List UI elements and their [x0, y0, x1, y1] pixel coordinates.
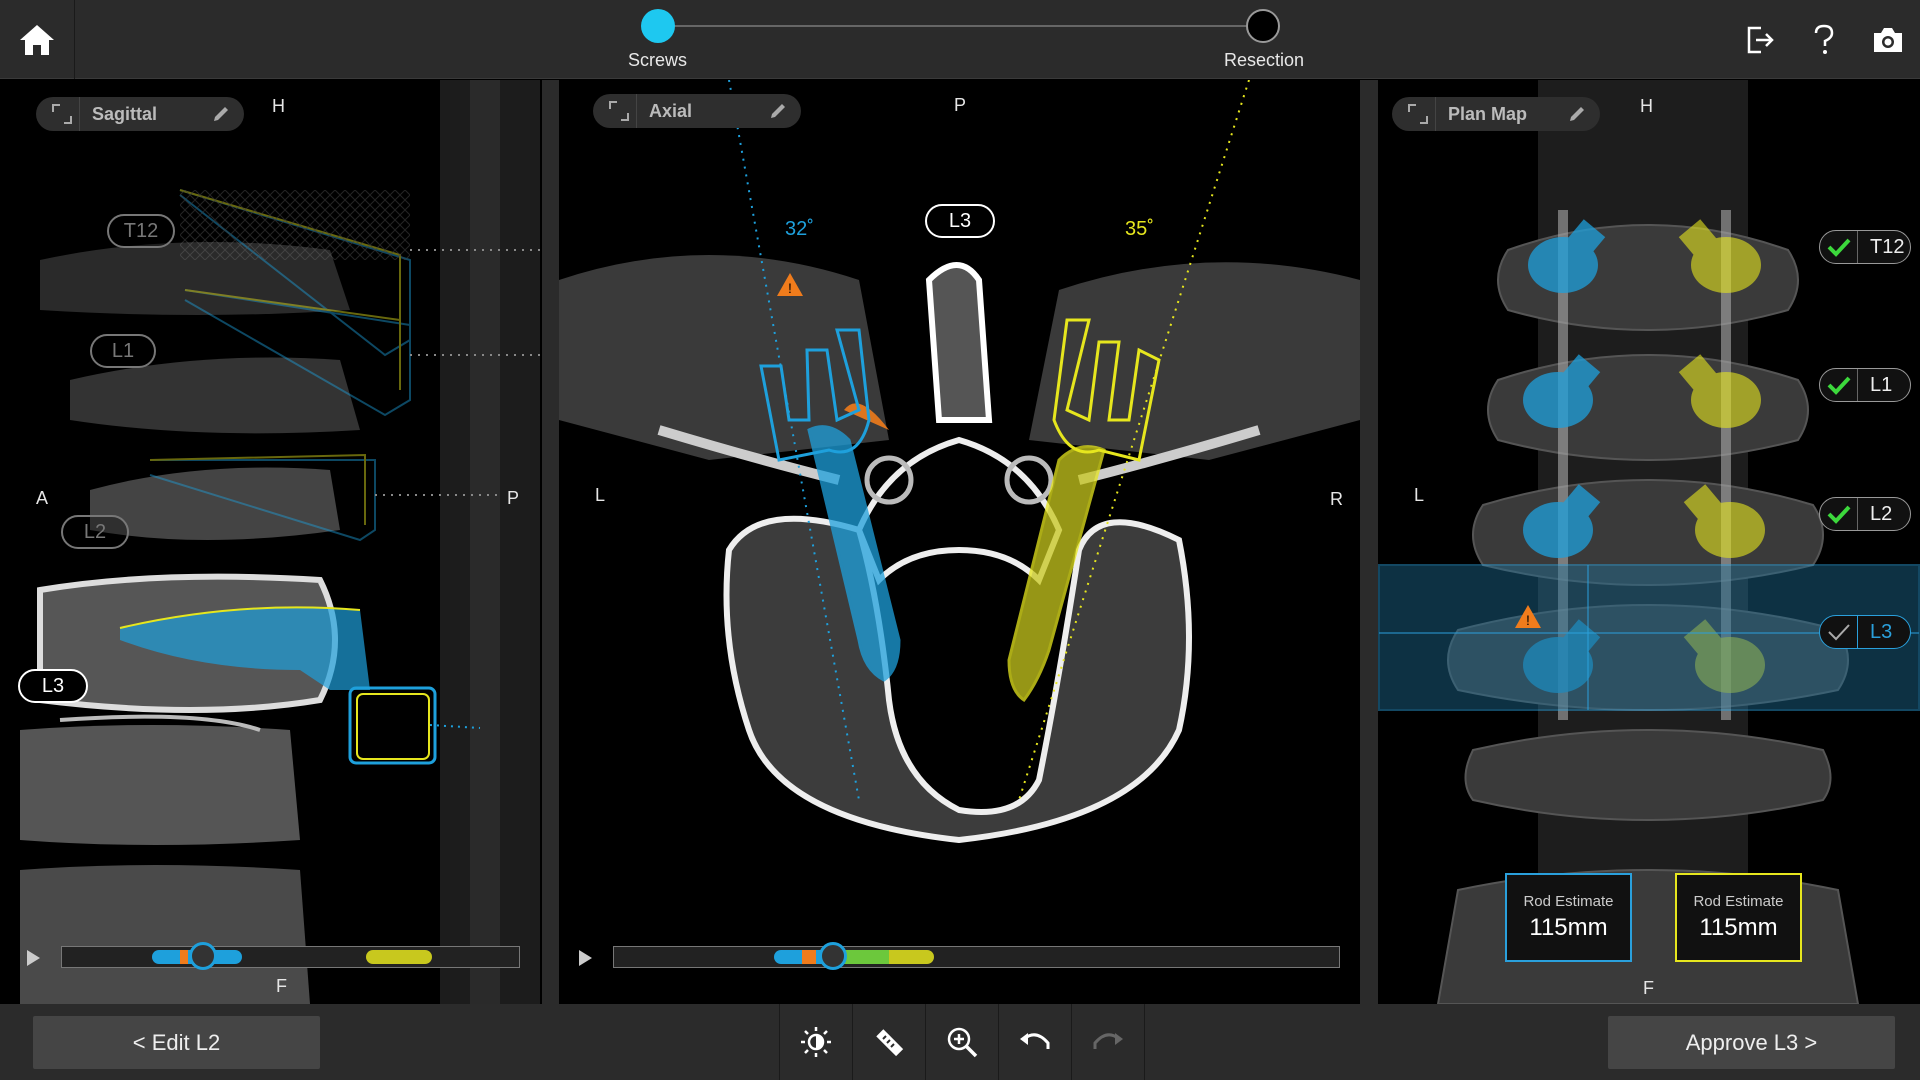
- level-tag-l2[interactable]: L2: [1819, 497, 1911, 531]
- panel-divider: [1360, 80, 1378, 1004]
- rod-estimate-left: Rod Estimate 115mm: [1505, 873, 1632, 962]
- bottom-bar: < Edit L2 Approve L3 >: [0, 1004, 1920, 1080]
- vertebra-label-t12[interactable]: T12: [107, 214, 175, 248]
- step-resection-dot[interactable]: [1246, 9, 1280, 43]
- orientation-anterior: A: [36, 488, 49, 508]
- rod-estimate-right: Rod Estimate 115mm: [1675, 873, 1802, 962]
- plan-map-view-title: Plan Map: [1448, 103, 1528, 124]
- zoom-button[interactable]: [926, 1004, 999, 1080]
- panel-divider: [542, 80, 559, 1004]
- vertebra-label-l3[interactable]: L3: [18, 669, 88, 703]
- orientation-left: L: [1414, 485, 1425, 505]
- approve-level-button[interactable]: Approve L3 >: [1608, 1016, 1895, 1069]
- edit-previous-level-button[interactable]: < Edit L2: [33, 1016, 320, 1069]
- rod-estimate-value: 115mm: [1699, 914, 1778, 941]
- svg-text:!: !: [1526, 612, 1530, 628]
- slice-scrubber[interactable]: [61, 942, 520, 970]
- brightness-button[interactable]: [780, 1004, 853, 1080]
- level-tag-l1[interactable]: L1: [1819, 368, 1911, 402]
- right-screw-angle: 35˚: [1125, 218, 1154, 240]
- plan-map-view[interactable]: ! Plan Map H L F T12 L1 L2 L3 Rod Estima…: [1378, 80, 1920, 1004]
- help-button[interactable]: [1792, 0, 1856, 79]
- step-screws-dot[interactable]: [641, 9, 675, 43]
- check-icon: [1820, 498, 1858, 530]
- orientation-right: R: [1330, 489, 1343, 509]
- rod-estimate-title: Rod Estimate: [1523, 893, 1614, 910]
- brightness-icon: [801, 1027, 831, 1057]
- top-bar: Screws Resection: [0, 0, 1920, 79]
- sagittal-view-header: Sagittal: [36, 97, 244, 131]
- slice-scrubber-handle[interactable]: [189, 942, 217, 970]
- orientation-left: L: [595, 485, 606, 505]
- camera-button[interactable]: [1856, 0, 1920, 79]
- vertebra-label-l1[interactable]: L1: [90, 334, 156, 368]
- step-screws-label[interactable]: Screws: [628, 50, 687, 71]
- measure-button[interactable]: [853, 1004, 926, 1080]
- workflow-progress-line: [658, 25, 1264, 27]
- slice-scrubber-handle[interactable]: [819, 942, 847, 970]
- play-button[interactable]: [27, 950, 40, 966]
- svg-text:!: !: [788, 280, 792, 296]
- exit-button[interactable]: [1728, 0, 1792, 79]
- check-icon: [1820, 616, 1858, 648]
- redo-button[interactable]: [1072, 1004, 1145, 1080]
- orientation-posterior: P: [507, 488, 520, 508]
- sagittal-view[interactable]: Sagittal H A P F T12 L1 L2 L3: [0, 80, 542, 1004]
- plan-map-image: !: [1378, 80, 1920, 1004]
- check-icon: [1820, 231, 1858, 263]
- axial-view-title: Axial: [649, 100, 693, 121]
- camera-icon: [1874, 27, 1902, 52]
- left-screw-angle: 32˚: [785, 218, 814, 240]
- expand-icon[interactable]: [44, 97, 80, 131]
- step-resection-label[interactable]: Resection: [1224, 50, 1304, 71]
- home-icon: [20, 24, 54, 55]
- home-button[interactable]: [0, 0, 75, 79]
- axial-view[interactable]: ! Axial P L R L3 32˚ 35˚: [559, 80, 1360, 1004]
- check-icon: [1820, 369, 1858, 401]
- axial-level-label: L3: [925, 204, 995, 238]
- expand-icon[interactable]: [1400, 97, 1436, 131]
- rod-estimate-title: Rod Estimate: [1693, 893, 1784, 910]
- edit-pencil-icon[interactable]: [206, 104, 236, 124]
- undo-icon: [1020, 1033, 1050, 1049]
- axial-view-header: Axial: [593, 94, 801, 128]
- vertebra-label-l2[interactable]: L2: [61, 515, 129, 549]
- ruler-icon: [876, 1029, 904, 1057]
- level-tag-l3[interactable]: L3: [1819, 615, 1911, 649]
- edit-pencil-icon[interactable]: [1562, 104, 1592, 124]
- undo-button[interactable]: [999, 1004, 1072, 1080]
- orientation-posterior: P: [954, 95, 967, 115]
- warning-icon[interactable]: [829, 269, 859, 297]
- level-tag-t12[interactable]: T12: [1819, 230, 1911, 264]
- expand-icon[interactable]: [601, 94, 637, 128]
- slice-scrubber[interactable]: [613, 942, 1340, 970]
- plan-map-view-header: Plan Map: [1392, 97, 1600, 131]
- exit-icon: [1747, 26, 1774, 53]
- orientation-foot: F: [1643, 978, 1654, 998]
- orientation-head: H: [1640, 96, 1653, 116]
- edit-pencil-icon[interactable]: [763, 101, 793, 121]
- zoom-icon: [947, 1027, 978, 1058]
- view-tools: [779, 1004, 1145, 1080]
- help-icon: [1814, 24, 1834, 54]
- redo-icon: [1093, 1033, 1123, 1049]
- rod-estimate-value: 115mm: [1529, 914, 1608, 941]
- play-button[interactable]: [579, 950, 592, 966]
- sagittal-view-title: Sagittal: [92, 103, 158, 124]
- orientation-head: H: [272, 96, 285, 116]
- orientation-foot: F: [276, 976, 287, 996]
